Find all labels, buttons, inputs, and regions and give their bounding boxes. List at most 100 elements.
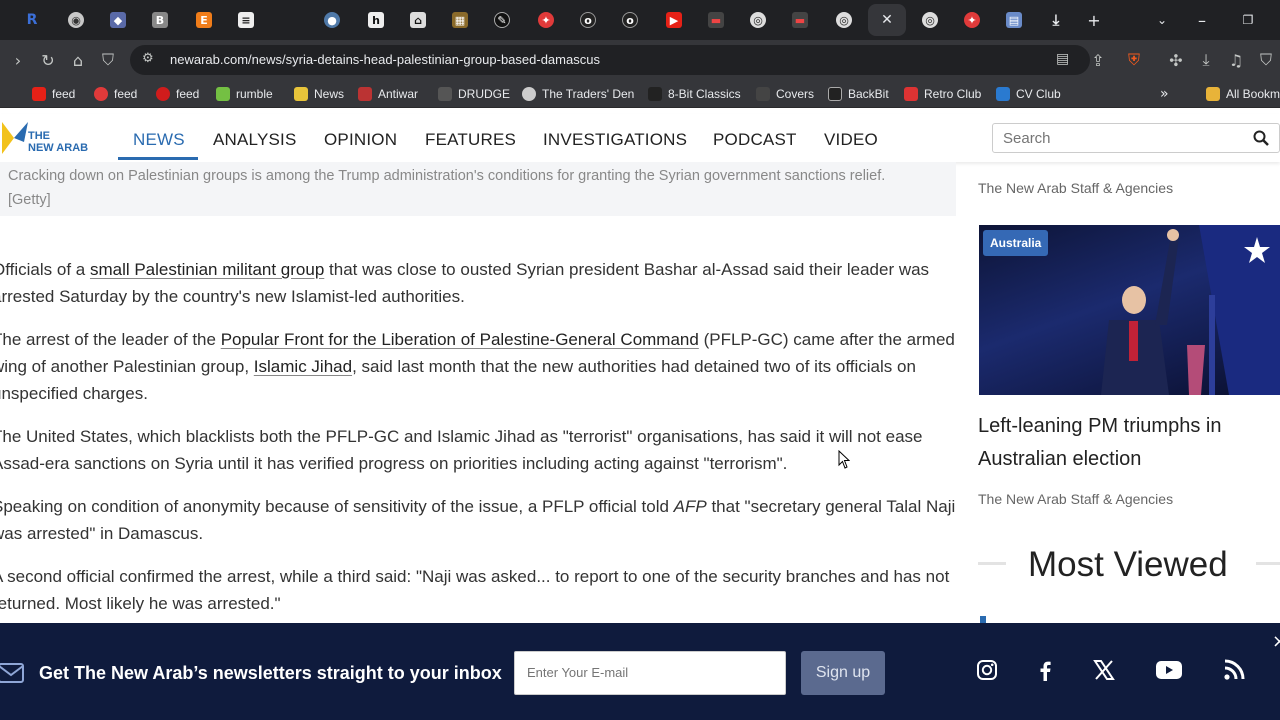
x-twitter-icon[interactable] [1091, 657, 1117, 683]
tab[interactable]: ◉ [56, 4, 96, 36]
sidebar-article-title[interactable]: Left-leaning PM triumphs in Australian e… [978, 410, 1268, 476]
tab[interactable]: B [140, 4, 180, 36]
nav-opinion[interactable]: OPINION [324, 130, 397, 150]
tab[interactable]: o [610, 4, 650, 36]
bookmark-item[interactable]: DRUDGE [438, 86, 510, 102]
tab[interactable]: ◎ [824, 4, 864, 36]
mouse-cursor-icon [838, 450, 850, 469]
bookmark-item[interactable]: feed [94, 86, 137, 102]
new-tab-icon[interactable]: + [1082, 8, 1106, 32]
user-icon: ◎ [922, 12, 938, 28]
user-icon: ◎ [836, 12, 852, 28]
address-bar[interactable]: ⚙ newarab.com/news/syria-detains-head-pa… [130, 45, 1090, 75]
reader-icon[interactable]: ▤ [1056, 51, 1069, 67]
category-badge[interactable]: Australia [983, 230, 1049, 256]
bookmark-item[interactable]: The Traders' Den [522, 86, 634, 102]
nav-features[interactable]: FEATURES [425, 130, 516, 150]
bookmark-item[interactable]: Retro Club [904, 86, 981, 102]
nav-investigations[interactable]: INVESTIGATIONS [543, 130, 687, 150]
music-icon[interactable]: ♫ [1224, 48, 1248, 72]
bookmark-item[interactable]: rumble [216, 86, 273, 102]
url-text[interactable]: newarab.com/news/syria-detains-head-pale… [170, 52, 600, 67]
search-input[interactable] [1003, 130, 1243, 147]
article-link[interactable]: small Palestinian militant group [90, 260, 324, 279]
bookmark-icon[interactable]: ⛉ [96, 48, 120, 72]
tab[interactable]: E [184, 4, 224, 36]
tab[interactable]: ✦ [526, 4, 566, 36]
site-info-icon[interactable]: ⚙ [142, 51, 154, 66]
nav-podcast[interactable]: PODCAST [713, 130, 797, 150]
home-icon[interactable]: ⌂ [66, 48, 90, 72]
reload-icon[interactable]: ↻ [36, 48, 60, 72]
tab[interactable]: R [12, 4, 52, 36]
bookmark-item[interactable]: feed [156, 86, 199, 102]
bookmark-item[interactable]: All Bookm [1206, 86, 1280, 102]
page-icon: ▤ [1006, 12, 1022, 28]
tab[interactable]: ▶ [654, 4, 694, 36]
vpn-icon[interactable]: ⛉ [1254, 48, 1278, 72]
search-icon[interactable] [1253, 130, 1269, 146]
rumble-icon [216, 87, 230, 101]
instagram-icon[interactable] [974, 657, 1000, 683]
nav-analysis[interactable]: ANALYSIS [213, 130, 297, 150]
tab[interactable]: ▤ [994, 4, 1034, 36]
bookmark-item[interactable]: feed [32, 86, 75, 102]
article-paragraph: A second official confirmed the arrest, … [0, 567, 950, 613]
bookmark-item[interactable]: BackBit [828, 86, 889, 102]
signup-button[interactable]: Sign up [801, 651, 885, 695]
tab[interactable]: h [356, 4, 396, 36]
extensions-icon[interactable]: ✣ [1164, 48, 1188, 72]
rss-icon[interactable] [1221, 657, 1247, 683]
article-paragraph: The United States, which blacklists both… [0, 427, 923, 473]
bookmark-item[interactable]: News [294, 86, 344, 102]
e-icon: E [196, 12, 212, 28]
cv-club-icon [996, 87, 1010, 101]
star-icon [294, 87, 308, 101]
article-link[interactable]: Popular Front for the Liberation of Pale… [221, 330, 699, 349]
tab[interactable]: ▦ [440, 4, 480, 36]
tab[interactable]: ◎ [910, 4, 950, 36]
email-input[interactable] [527, 665, 767, 680]
bookmark-item[interactable]: Covers [756, 86, 814, 102]
tab[interactable]: o [568, 4, 608, 36]
article-paragraph: Speaking on condition of anonymity becau… [0, 497, 956, 543]
minimize-icon[interactable]: – [1190, 8, 1214, 32]
chevron-down-icon[interactable]: ⌄ [1150, 8, 1174, 32]
tab[interactable]: ⤓ [1036, 4, 1076, 36]
traders-icon [522, 87, 536, 101]
site-search[interactable] [992, 123, 1280, 153]
tab[interactable]: ✦ [952, 4, 992, 36]
facebook-icon[interactable] [1032, 657, 1058, 683]
bookmark-item[interactable]: Antiwar [358, 86, 418, 102]
tab[interactable]: ⌂ [398, 4, 438, 36]
article-link[interactable]: Islamic Jihad [254, 357, 352, 376]
covers-icon [756, 87, 770, 101]
tab[interactable]: ● [312, 4, 352, 36]
more-bookmarks-icon[interactable]: » [1160, 86, 1169, 102]
ball-icon [94, 87, 108, 101]
news-icon: ▬ [792, 12, 808, 28]
nav-news[interactable]: NEWS [133, 130, 185, 150]
close-icon[interactable]: ✕ [881, 12, 893, 28]
site-logo[interactable]: THE NEW ARAB [0, 118, 95, 158]
forward-icon[interactable]: › [6, 48, 30, 72]
close-icon[interactable]: × [1272, 631, 1280, 652]
tab[interactable]: ✎ [482, 4, 522, 36]
divider [978, 562, 1006, 565]
youtube-icon[interactable] [1156, 657, 1182, 683]
tab[interactable]: ◆ [98, 4, 138, 36]
restore-icon[interactable]: ❐ [1236, 8, 1260, 32]
tab[interactable]: ≡ [226, 4, 266, 36]
circle-icon: o [580, 12, 596, 28]
tab[interactable]: ◎ [738, 4, 778, 36]
active-tab[interactable]: ✕ [868, 4, 906, 36]
share-icon[interactable]: ⇪ [1086, 48, 1110, 72]
brave-shield-icon[interactable]: ⛨ [1122, 48, 1146, 72]
email-field[interactable] [514, 651, 786, 695]
nav-video[interactable]: VIDEO [824, 130, 878, 150]
bookmark-item[interactable]: 8-Bit Classics [648, 86, 741, 102]
bookmark-item[interactable]: CV Club [996, 86, 1061, 102]
download-icon[interactable]: ⤓ [1194, 48, 1218, 72]
tab[interactable]: ▬ [696, 4, 736, 36]
tab[interactable]: ▬ [780, 4, 820, 36]
